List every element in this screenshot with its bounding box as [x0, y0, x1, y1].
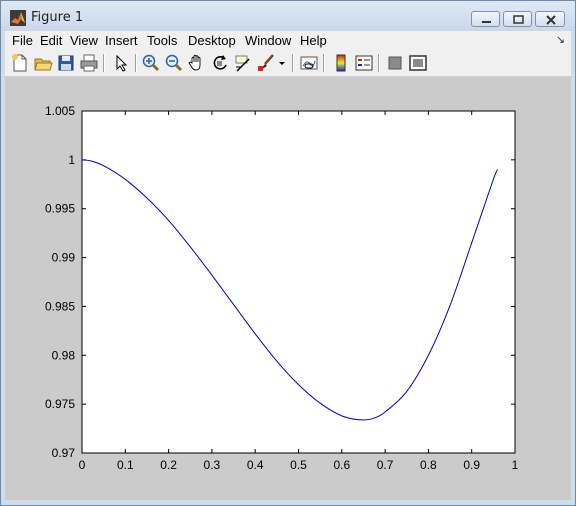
- dock-figure-icon[interactable]: ↘: [556, 33, 565, 46]
- maximize-button[interactable]: [503, 11, 532, 27]
- y-tick-label: 0.995: [45, 202, 75, 216]
- figure-toolbar: [5, 50, 571, 77]
- line-plot[interactable]: 0 0.1 0.2 0.3 0.4 0.5 0.6 0.7 0.8 0.9 1 0.97 0.975 0.…: [5, 77, 571, 500]
- close-icon: [546, 15, 556, 25]
- y-tick-label: 1.005: [45, 104, 75, 118]
- close-button[interactable]: [535, 11, 565, 27]
- x-tick-label: 0.2: [160, 458, 177, 472]
- toolbar-separator: [292, 54, 294, 72]
- menu-tools[interactable]: Tools: [147, 33, 177, 48]
- minimize-button[interactable]: [471, 11, 500, 27]
- x-tick-label: 0.4: [247, 458, 264, 472]
- x-tick-label: 1: [512, 458, 519, 472]
- brush-dropdown-icon[interactable]: [277, 53, 287, 73]
- link-plot-icon[interactable]: [299, 53, 319, 73]
- minimize-icon: [482, 21, 491, 23]
- menu-bar: File Edit View Insert Tools Desktop Wind…: [5, 31, 571, 50]
- x-tick-label: 0: [79, 458, 86, 472]
- show-plot-tools-icon[interactable]: [408, 53, 428, 73]
- zoom-out-icon[interactable]: [164, 53, 184, 73]
- pointer-icon[interactable]: [111, 53, 131, 73]
- hide-plot-tools-icon[interactable]: [385, 53, 405, 73]
- x-tick-label: 0.3: [204, 458, 221, 472]
- y-tick-label: 1: [68, 153, 75, 167]
- new-figure-icon[interactable]: [10, 53, 30, 73]
- maximize-icon: [513, 15, 524, 24]
- brush-icon[interactable]: [256, 53, 276, 73]
- window-title: Figure 1: [31, 10, 84, 25]
- data-cursor-icon[interactable]: [233, 53, 253, 73]
- pan-hand-icon[interactable]: [187, 53, 207, 73]
- colorbar-icon[interactable]: [331, 53, 351, 73]
- y-tick-label: 0.97: [52, 446, 76, 460]
- toolbar-separator: [323, 54, 325, 72]
- menu-file[interactable]: File: [12, 33, 33, 48]
- print-icon[interactable]: [79, 53, 99, 73]
- figure-canvas: 0 0.1 0.2 0.3 0.4 0.5 0.6 0.7 0.8 0.9 1 0.97 0.975 0.…: [5, 77, 571, 500]
- toolbar-separator: [378, 54, 380, 72]
- menu-desktop[interactable]: Desktop: [188, 33, 236, 48]
- toolbar-separator: [103, 54, 105, 72]
- save-icon[interactable]: [56, 53, 76, 73]
- matlab-logo-icon: [10, 10, 26, 26]
- menu-edit[interactable]: Edit: [40, 33, 62, 48]
- menu-window[interactable]: Window: [245, 33, 291, 48]
- menu-help[interactable]: Help: [300, 33, 327, 48]
- menu-insert[interactable]: Insert: [105, 33, 138, 48]
- x-tick-label: 0.5: [290, 458, 307, 472]
- title-bar[interactable]: Figure 1: [1, 1, 575, 31]
- x-tick-label: 0.9: [463, 458, 480, 472]
- legend-icon[interactable]: [354, 53, 374, 73]
- x-tick-label: 0.7: [377, 458, 394, 472]
- x-tick-label: 0.8: [420, 458, 437, 472]
- figure-window: Figure 1 File Edit View Insert Tools Des…: [0, 0, 576, 506]
- menu-view[interactable]: View: [70, 33, 98, 48]
- y-tick-label: 0.99: [52, 251, 76, 265]
- y-tick-label: 0.975: [45, 397, 75, 411]
- y-tick-label: 0.98: [52, 348, 76, 362]
- open-file-icon[interactable]: [33, 53, 53, 73]
- x-tick-label: 0.6: [333, 458, 350, 472]
- axes-box: [81, 110, 516, 454]
- rotate-3d-icon[interactable]: [210, 53, 230, 73]
- x-tick-label: 0.1: [117, 458, 134, 472]
- y-tick-label: 0.985: [45, 299, 75, 313]
- toolbar-separator: [135, 54, 137, 72]
- zoom-in-icon[interactable]: [141, 53, 161, 73]
